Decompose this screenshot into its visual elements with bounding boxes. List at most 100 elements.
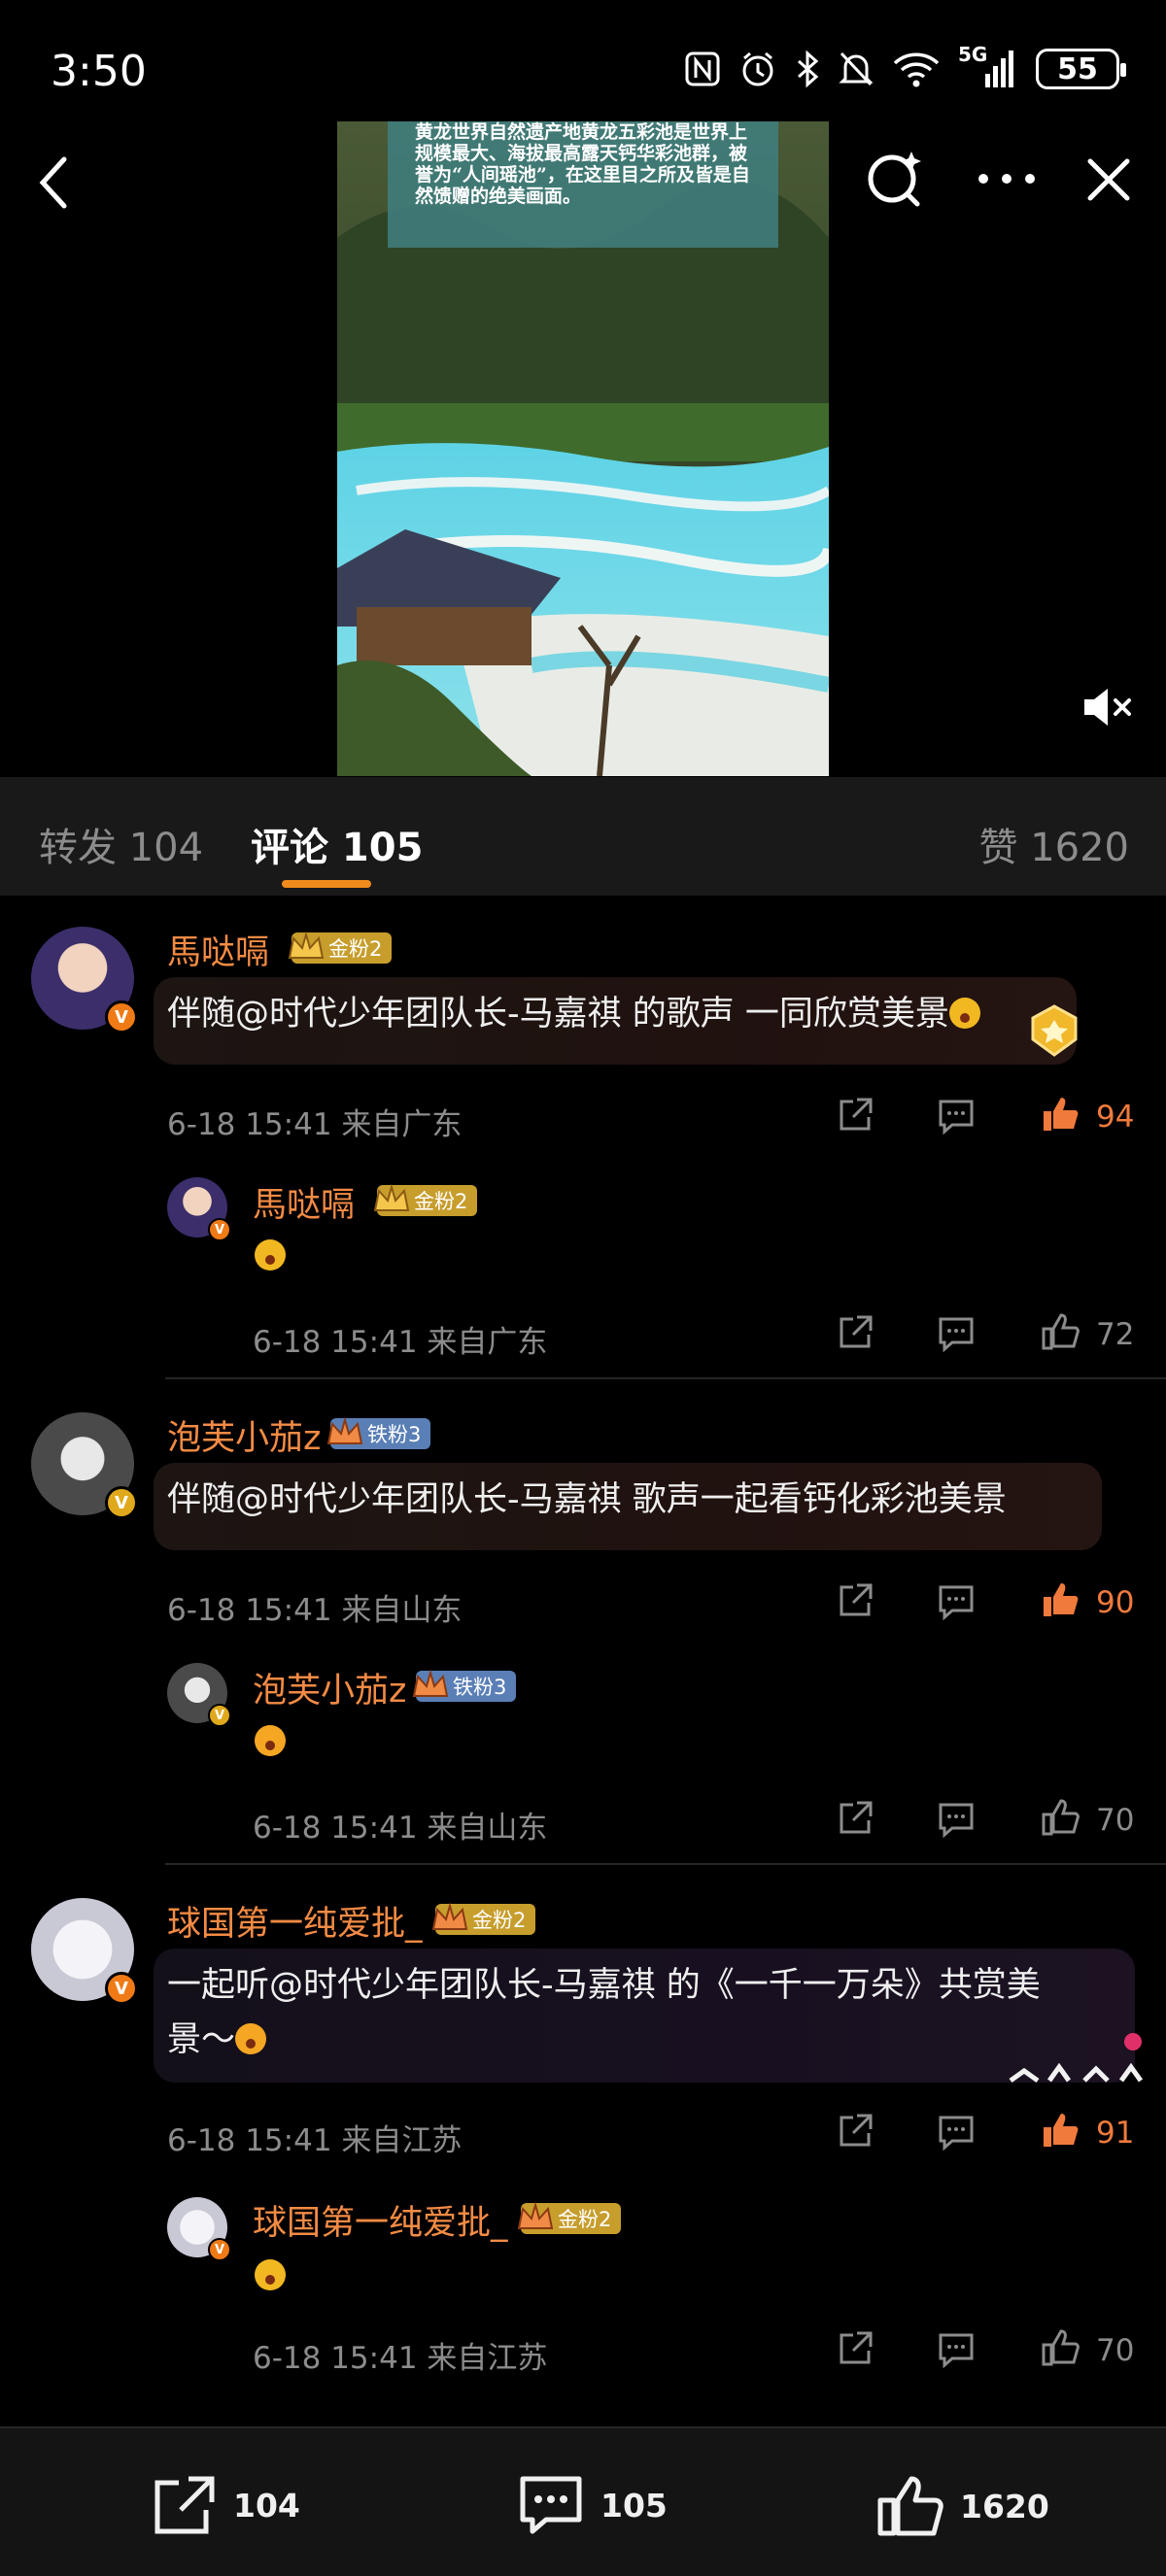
reply-button[interactable] bbox=[937, 1583, 976, 1624]
fan-badge-label: 金粉2 bbox=[414, 1190, 468, 1213]
share-icon bbox=[840, 2331, 873, 2364]
share-button[interactable] bbox=[836, 2112, 874, 2154]
reply-button[interactable] bbox=[937, 1315, 976, 1356]
hands-heart-decoration-icon bbox=[1009, 2033, 1144, 2084]
avatar[interactable]: V bbox=[31, 927, 138, 1034]
comment-meta: 6-18 15:41 来自江苏 bbox=[167, 2116, 462, 2159]
share-icon bbox=[840, 1583, 873, 1616]
mute-button[interactable] bbox=[1080, 686, 1135, 732]
repost-button[interactable]: 104 bbox=[150, 2473, 300, 2537]
reply-button[interactable] bbox=[937, 2114, 976, 2154]
wifi-icon bbox=[893, 52, 940, 87]
comment-icon bbox=[520, 2476, 582, 2534]
comment-text-body: 伴随@时代少年团队长-马嘉祺 的歌声 一同欣赏美景 bbox=[167, 995, 949, 1034]
video-area: 黄龙世界自然遗产地黄龙五彩池是世界上规模最大、海拔最高露天钙华彩池群，被誉为“人… bbox=[0, 107, 1166, 777]
share-button[interactable] bbox=[836, 1581, 874, 1624]
reply-avatar[interactable]: V bbox=[167, 1663, 231, 1727]
video-player[interactable]: 黄龙世界自然遗产地黄龙五彩池是世界上规模最大、海拔最高露天钙华彩池群，被誉为“人… bbox=[337, 121, 829, 776]
share-icon bbox=[840, 1315, 873, 1348]
like-count: 70 bbox=[1096, 1803, 1135, 1838]
bluetooth-icon bbox=[798, 50, 819, 88]
like-count: 90 bbox=[1096, 1585, 1135, 1620]
fan-badge: 铁粉3 bbox=[326, 1416, 431, 1449]
reply-username[interactable]: 球国第一纯爱批_ bbox=[253, 2195, 508, 2245]
chevron-left-icon bbox=[39, 156, 67, 209]
like-count: 94 bbox=[1096, 1100, 1135, 1135]
like-count: 72 bbox=[1096, 1317, 1135, 1352]
fan-badge: 金粉2 bbox=[517, 2201, 622, 2234]
like-count: 91 bbox=[1096, 2116, 1135, 2151]
signal-icon: 5G bbox=[958, 43, 1018, 89]
share-button[interactable] bbox=[836, 1096, 874, 1138]
share-button[interactable] bbox=[836, 1799, 874, 1842]
tab-comments[interactable]: 评论 105 bbox=[251, 816, 423, 872]
username[interactable]: 泡芙小茄z bbox=[167, 1410, 321, 1460]
share-icon bbox=[840, 1098, 873, 1131]
like-button[interactable] bbox=[1040, 2327, 1080, 2372]
like-button[interactable]: 1620 bbox=[874, 2473, 1049, 2539]
comment-time: 6-18 15:41 bbox=[167, 2123, 332, 2158]
status-icons: 5G 55 bbox=[684, 43, 1126, 89]
comment-text: 伴随@时代少年团队长-马嘉祺 歌声一起看钙化彩池美景 bbox=[167, 1480, 1007, 1519]
reply-location: 来自山东 bbox=[427, 1811, 548, 1846]
like-count: 70 bbox=[1096, 2333, 1135, 2368]
comment-item: V 泡芙小茄z 铁粉3 伴随@时代少年团队长-马嘉祺 歌声一起看钙化彩池美景 6… bbox=[0, 1381, 1166, 1867]
share-button[interactable] bbox=[836, 2329, 874, 2372]
comment-time: 6-18 15:41 bbox=[167, 1107, 332, 1142]
like-button[interactable] bbox=[1040, 2110, 1080, 2154]
crown-icon bbox=[288, 931, 325, 959]
avatar[interactable]: V bbox=[31, 1412, 138, 1519]
reply-username[interactable]: 馬哒嗝 bbox=[253, 1177, 355, 1227]
username[interactable]: 球国第一纯爱批_ bbox=[167, 1896, 423, 1946]
comment-meta: 6-18 15:41 来自山东 bbox=[167, 1585, 462, 1629]
username[interactable]: 馬哒嗝 bbox=[167, 925, 269, 974]
avatar[interactable]: V bbox=[31, 1898, 138, 2005]
fan-badge: 铁粉3 bbox=[412, 1669, 517, 1702]
blushing-emoji-icon bbox=[255, 1725, 286, 1756]
like-button[interactable] bbox=[1040, 1579, 1080, 1624]
search-sparkle-icon bbox=[868, 152, 921, 207]
reply-time: 6-18 15:41 bbox=[253, 2341, 418, 2376]
like-button[interactable] bbox=[1040, 1311, 1080, 1356]
like-button[interactable] bbox=[1040, 1797, 1080, 1842]
tab-reposts[interactable]: 转发 104 bbox=[39, 816, 203, 872]
back-button[interactable] bbox=[35, 153, 74, 216]
comment-icon bbox=[939, 2333, 974, 2369]
tab-likes[interactable]: 赞 1620 bbox=[978, 816, 1129, 872]
search-button[interactable] bbox=[865, 148, 927, 214]
pleading-emoji-icon bbox=[255, 2259, 286, 2290]
verified-icon: V bbox=[105, 1972, 138, 2005]
more-icon bbox=[978, 174, 1035, 184]
repost-count: 104 bbox=[233, 2486, 300, 2525]
comment-button[interactable]: 105 bbox=[517, 2473, 668, 2537]
comment-divider bbox=[165, 1377, 1166, 1379]
reply-button[interactable] bbox=[937, 2331, 976, 2372]
close-icon bbox=[1087, 158, 1130, 201]
crown-icon bbox=[517, 2201, 554, 2229]
comment-text: 伴随@时代少年团队长-马嘉祺 的歌声 一同欣赏美景 bbox=[167, 987, 980, 1041]
reply-meta: 6-18 15:41 来自山东 bbox=[253, 1803, 547, 1847]
thumbs-up-icon bbox=[1044, 1098, 1079, 1131]
more-button[interactable] bbox=[976, 171, 1038, 190]
reply-avatar[interactable]: V bbox=[167, 2197, 231, 2261]
fan-badge: 金粉2 bbox=[431, 1902, 536, 1935]
close-button[interactable] bbox=[1084, 155, 1133, 208]
comment-time: 6-18 15:41 bbox=[167, 1593, 332, 1628]
like-total: 1620 bbox=[960, 2487, 1049, 2525]
reply-avatar[interactable]: V bbox=[167, 1177, 231, 1241]
reply-username[interactable]: 泡芙小茄z bbox=[253, 1663, 406, 1712]
reply-time: 6-18 15:41 bbox=[253, 1325, 418, 1360]
nfc-icon bbox=[685, 51, 720, 86]
comment-meta: 6-18 15:41 来自广东 bbox=[167, 1100, 462, 1143]
share-button[interactable] bbox=[836, 1313, 874, 1356]
like-button[interactable] bbox=[1040, 1094, 1080, 1138]
reply-button[interactable] bbox=[937, 1098, 976, 1138]
thumbs-up-icon bbox=[1044, 2114, 1079, 2147]
fan-badge-label: 金粉2 bbox=[472, 1909, 527, 1932]
comment-text-line-2: 景～ bbox=[167, 2020, 236, 2059]
active-tab-indicator bbox=[282, 880, 371, 888]
verified-icon: V bbox=[105, 1486, 138, 1519]
comment-icon bbox=[939, 1803, 974, 1839]
speaker-muted-icon bbox=[1084, 689, 1131, 726]
reply-button[interactable] bbox=[937, 1801, 976, 1842]
